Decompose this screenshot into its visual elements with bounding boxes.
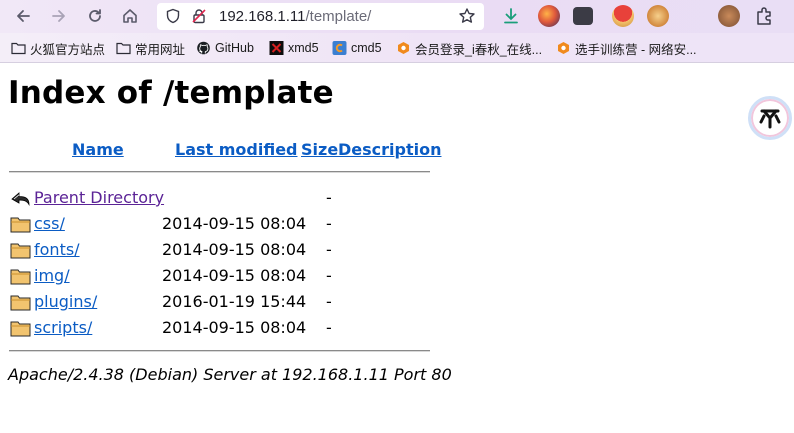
entry-size: - xyxy=(326,188,332,207)
table-row: fonts/ 2014-09-15 08:04 - xyxy=(9,239,430,261)
back-button[interactable] xyxy=(11,4,35,28)
folder-icon xyxy=(10,321,31,337)
entry-name-link[interactable]: fonts/ xyxy=(34,240,80,259)
folder-icon xyxy=(10,269,31,285)
extension-mascot-icon[interactable] xyxy=(612,5,634,27)
page-content: Index of /template Name Last modified Si… xyxy=(0,64,794,433)
bookmark-star-icon[interactable] xyxy=(458,7,476,25)
folder-icon xyxy=(11,42,26,55)
home-icon xyxy=(123,9,137,23)
bookmark-label: 火狐官方站点 xyxy=(30,42,106,57)
table-row: css/ 2014-09-15 08:04 - xyxy=(9,213,430,235)
entry-name-link[interactable]: img/ xyxy=(34,266,70,285)
address-bar[interactable]: 192.168.1.11/template/ xyxy=(157,3,484,30)
bookmark-item[interactable]: 会员登录_i春秋_在线... xyxy=(396,39,542,57)
folder-icon xyxy=(10,243,31,259)
floating-extension-button[interactable] xyxy=(748,96,792,140)
column-header-last-modified[interactable]: Last modified xyxy=(175,140,298,159)
bookmark-item[interactable]: GitHub xyxy=(196,39,254,57)
bookmark-item[interactable]: xmd5 xyxy=(269,39,319,57)
parent-directory-link[interactable]: Parent Directory xyxy=(34,188,164,207)
extension-globe-icon[interactable] xyxy=(538,5,560,27)
back-arrow-icon xyxy=(11,192,30,207)
cmd5-icon xyxy=(332,41,347,55)
ichunqiu-icon xyxy=(558,42,569,54)
table-divider-bottom xyxy=(9,350,430,352)
folder-icon xyxy=(116,42,131,55)
url-host: 192.168.1.11 xyxy=(219,8,306,25)
bookmark-item[interactable]: 选手训练营 - 网络安... xyxy=(556,39,697,57)
xmd5-icon xyxy=(269,41,284,55)
entry-modified: 2014-09-15 08:04 xyxy=(162,214,307,233)
bookmark-label: cmd5 xyxy=(351,41,382,55)
entry-size: - xyxy=(326,318,332,337)
forward-arrow-icon xyxy=(52,10,65,22)
url-path: /template/ xyxy=(305,8,372,25)
extension-monkey-icon[interactable] xyxy=(647,5,669,27)
entry-modified: 2016-01-19 15:44 xyxy=(162,292,307,311)
entry-name-link[interactable]: plugins/ xyxy=(34,292,97,311)
table-row-parent: Parent Directory - xyxy=(9,187,430,209)
bookmark-label: 常用网址 xyxy=(135,42,186,57)
column-header-description[interactable]: Description xyxy=(338,140,441,159)
home-button[interactable] xyxy=(118,4,142,28)
column-header-size[interactable]: Size xyxy=(301,140,338,159)
column-header-name[interactable]: Name xyxy=(72,140,124,159)
browser-toolbar: 192.168.1.11/template/ xyxy=(0,0,794,33)
extension-logo-icon xyxy=(755,103,785,133)
extension-cookie-icon[interactable] xyxy=(718,5,740,27)
entry-size: - xyxy=(326,214,332,233)
table-divider-top xyxy=(9,171,430,173)
bookmark-item[interactable]: 常用网址 xyxy=(116,39,185,57)
tracking-protection-shield-icon[interactable] xyxy=(165,8,181,24)
bookmark-item[interactable]: cmd5 xyxy=(332,39,382,57)
table-row: plugins/ 2016-01-19 15:44 - xyxy=(9,291,430,313)
reload-icon xyxy=(89,9,101,22)
server-signature: Apache/2.4.38 (Debian) Server at 192.168… xyxy=(8,365,452,384)
bookmark-label: 会员登录_i春秋_在线... xyxy=(415,42,543,57)
bookmark-item[interactable]: 火狐官方站点 xyxy=(11,39,105,57)
bookmark-label: xmd5 xyxy=(288,41,319,55)
page-title: Index of /template xyxy=(8,75,334,111)
back-arrow-icon xyxy=(17,10,30,22)
table-row: img/ 2014-09-15 08:04 - xyxy=(9,265,430,287)
forward-button[interactable] xyxy=(47,4,71,28)
url-text[interactable]: 192.168.1.11/template/ xyxy=(219,8,371,25)
reload-button[interactable] xyxy=(83,4,107,28)
entry-size: - xyxy=(326,292,332,311)
extensions-puzzle-icon[interactable] xyxy=(753,5,775,27)
bookmark-label: 选手训练营 - 网络安... xyxy=(575,42,697,57)
extension-tab-icon[interactable] xyxy=(573,7,593,25)
folder-icon xyxy=(10,295,31,311)
ichunqiu-icon xyxy=(398,42,409,54)
insecure-lock-icon[interactable] xyxy=(191,8,207,24)
entry-modified: 2014-09-15 08:04 xyxy=(162,240,307,259)
folder-icon xyxy=(10,217,31,233)
entry-size: - xyxy=(326,240,332,259)
entry-name-link[interactable]: scripts/ xyxy=(34,318,92,337)
bookmark-label: GitHub xyxy=(215,41,254,55)
entry-size: - xyxy=(326,266,332,285)
entry-modified: 2014-09-15 08:04 xyxy=(162,266,307,285)
github-icon xyxy=(197,41,210,55)
entry-modified: 2014-09-15 08:04 xyxy=(162,318,307,337)
download-icon[interactable] xyxy=(501,6,521,26)
table-row: scripts/ 2014-09-15 08:04 - xyxy=(9,317,430,339)
entry-name-link[interactable]: css/ xyxy=(34,214,65,233)
